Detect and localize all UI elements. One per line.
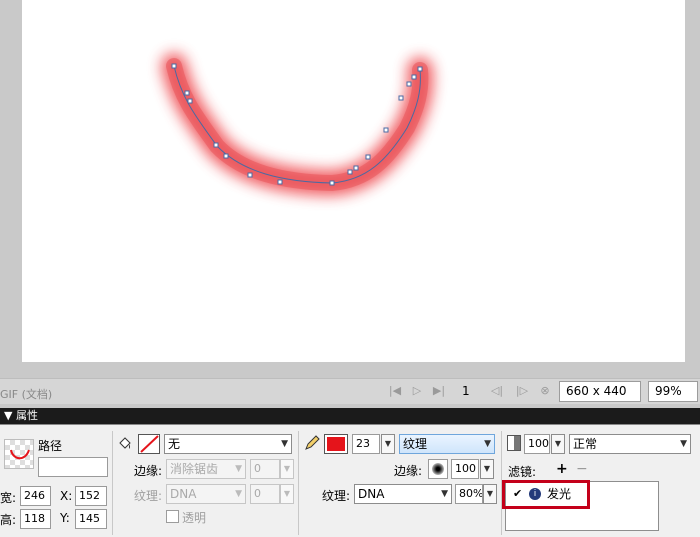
opacity-dropdown[interactable]: ▼ xyxy=(551,434,565,454)
pencil-icon xyxy=(304,435,320,451)
fill-texture-value: DNA xyxy=(170,487,197,501)
height-field[interactable]: 118 xyxy=(20,509,51,529)
object-name-field[interactable] xyxy=(38,457,108,477)
chevron-down-icon: ▼ xyxy=(235,489,242,499)
divider xyxy=(112,431,113,535)
document-label: GIF (文档) xyxy=(0,388,53,401)
stroke-texture-label: 纹理: xyxy=(322,489,351,503)
x-field[interactable]: 152 xyxy=(75,486,107,506)
fill-edge-amount[interactable]: 0 xyxy=(250,459,280,479)
frame-number: 1 xyxy=(462,384,470,398)
chevron-down-icon: ▼ xyxy=(484,439,491,449)
stroke-color-swatch[interactable] xyxy=(324,434,348,454)
fill-color-swatch[interactable] xyxy=(138,434,160,454)
fill-edge-label: 边缘: xyxy=(134,464,163,478)
y-label: Y: xyxy=(60,511,70,525)
chevron-down-icon: ▼ xyxy=(281,439,288,449)
chevron-down-icon: ▼ xyxy=(441,489,448,499)
prev-frame-icon[interactable]: ◁| xyxy=(490,384,504,397)
stroke-color-fill xyxy=(327,437,345,451)
stroke-edge-amount[interactable]: 100 xyxy=(451,459,479,479)
document-stage[interactable] xyxy=(22,0,685,362)
stroke-texture-value: DNA xyxy=(358,487,385,501)
opacity-icon xyxy=(507,435,521,451)
stroke-texture-amount-dropdown[interactable]: ▼ xyxy=(483,484,497,504)
path-thumbnail-icon xyxy=(4,439,34,469)
zoom-level[interactable]: 99% xyxy=(648,381,698,402)
properties-panel-header[interactable]: ▼ 属性 xyxy=(0,408,700,424)
x-label: X: xyxy=(60,489,73,503)
transparent-label: 透明 xyxy=(182,511,207,525)
last-frame-icon[interactable]: ▶| xyxy=(432,384,446,397)
status-bar: GIF (文档) |◀ ▷ ▶| 1 ◁| |▷ ⊗ 660 x 440 99% xyxy=(0,378,700,404)
document-size[interactable]: 660 x 440 xyxy=(559,381,641,402)
highlight-box xyxy=(502,480,590,509)
add-filter-button[interactable]: + xyxy=(556,461,568,477)
y-field[interactable]: 145 xyxy=(75,509,107,529)
fill-type-value: 无 xyxy=(168,437,181,451)
fill-edge-select[interactable]: 消除锯齿 ▼ xyxy=(166,459,246,479)
opacity-field[interactable]: 100 xyxy=(524,434,550,454)
blend-mode-value: 正常 xyxy=(573,437,598,451)
canvas-area xyxy=(0,0,700,378)
height-label: 高: xyxy=(0,513,17,527)
glowing-path-drawing[interactable] xyxy=(22,0,685,362)
width-label: 宽: xyxy=(0,491,17,505)
fill-edge-amount-dropdown[interactable]: ▼ xyxy=(280,459,294,479)
filters-label: 滤镜: xyxy=(508,465,537,479)
fill-type-select[interactable]: 无 ▼ xyxy=(164,434,292,454)
width-field[interactable]: 246 xyxy=(20,486,51,506)
fill-texture-select[interactable]: DNA ▼ xyxy=(166,484,246,504)
stroke-texture-amount[interactable]: 80% xyxy=(455,484,483,504)
fill-texture-label: 纹理: xyxy=(134,489,163,503)
fill-texture-amount[interactable]: 0 xyxy=(250,484,280,504)
stroke-category-select[interactable]: 纹理 ▼ xyxy=(399,434,495,454)
stroke-texture-select[interactable]: DNA ▼ xyxy=(354,484,452,504)
blend-mode-select[interactable]: 正常 ▼ xyxy=(569,434,691,454)
chevron-down-icon: ▼ xyxy=(235,464,242,474)
next-frame-icon[interactable]: |▷ xyxy=(515,384,529,397)
first-frame-icon[interactable]: |◀ xyxy=(388,384,402,397)
transparent-checkbox[interactable] xyxy=(166,510,179,523)
glow-core xyxy=(166,58,429,191)
stop-icon[interactable]: ⊗ xyxy=(538,384,552,397)
fill-edge-value: 消除锯齿 xyxy=(170,462,219,476)
stroke-size-field[interactable]: 23 xyxy=(352,434,380,454)
remove-filter-button[interactable]: − xyxy=(576,461,588,477)
stroke-edge-label: 边缘: xyxy=(394,464,423,478)
play-icon[interactable]: ▷ xyxy=(410,384,424,397)
soft-edge-icon[interactable] xyxy=(428,459,448,479)
fill-texture-amount-dropdown[interactable]: ▼ xyxy=(280,484,294,504)
stroke-category-value: 纹理 xyxy=(403,437,428,451)
object-type-label: 路径 xyxy=(38,439,63,453)
divider xyxy=(298,431,299,535)
chevron-down-icon: ▼ xyxy=(680,439,687,449)
soft-edge-dot xyxy=(432,463,444,475)
stroke-size-dropdown[interactable]: ▼ xyxy=(381,434,395,454)
paint-bucket-icon xyxy=(117,435,133,451)
stroke-edge-amount-dropdown[interactable]: ▼ xyxy=(480,459,494,479)
